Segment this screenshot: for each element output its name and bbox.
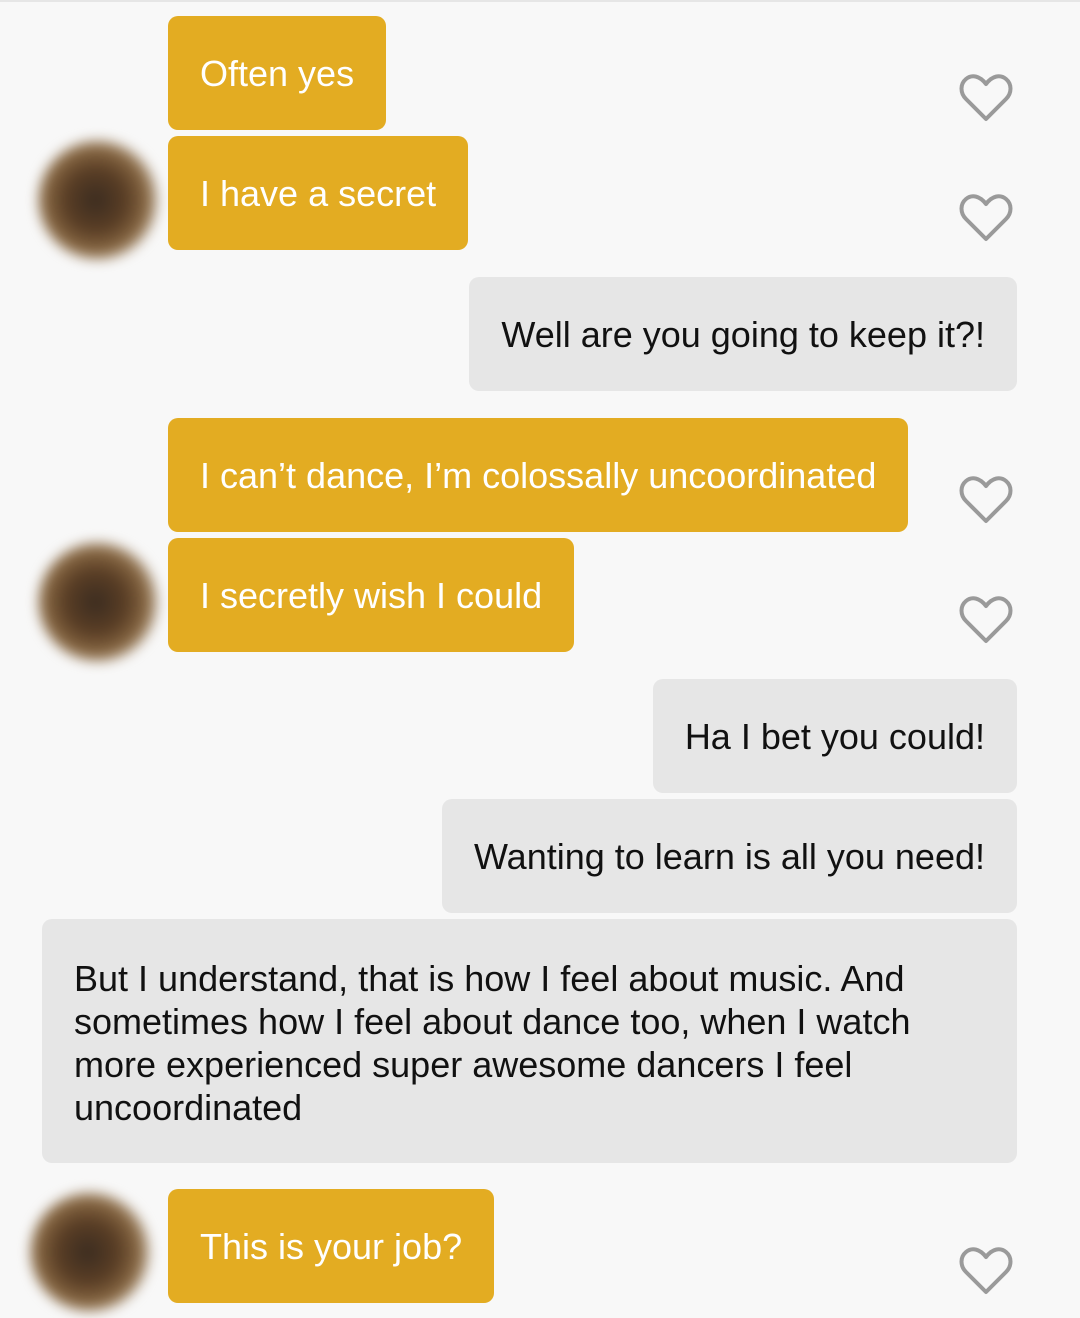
message-bubble-outgoing[interactable]: Wanting to learn is all you need!	[442, 799, 1017, 913]
message-text: Ha I bet you could!	[684, 716, 985, 757]
message-text: I have a secret	[200, 173, 437, 214]
message-bubble-outgoing[interactable]: Well are you going to keep it?!	[469, 277, 1017, 391]
heart-outline-icon[interactable]	[959, 1247, 1013, 1297]
message-text: This is your job?	[200, 1226, 463, 1267]
heart-outline-icon[interactable]	[959, 476, 1013, 526]
message-bubble-incoming[interactable]: Often yes	[168, 16, 387, 130]
message-text: I can’t dance, I’m colossally uncoordina…	[200, 455, 877, 496]
avatar[interactable]	[38, 542, 158, 662]
message-text: Wanting to learn is all you need!	[474, 836, 985, 877]
heart-outline-icon[interactable]	[959, 74, 1013, 124]
message-text: Often yes	[200, 53, 355, 94]
message-bubble-incoming[interactable]: I have a secret	[168, 136, 469, 250]
message-text: But I understand, that is how I feel abo…	[74, 958, 911, 1128]
message-bubble-incoming[interactable]: I secretly wish I could	[168, 538, 575, 652]
message-bubble-incoming[interactable]: This is your job?	[168, 1189, 495, 1303]
message-bubble-incoming[interactable]: I can’t dance, I’m colossally uncoordina…	[168, 418, 909, 532]
avatar[interactable]	[38, 140, 158, 260]
message-text: I secretly wish I could	[200, 575, 543, 616]
heart-outline-icon[interactable]	[959, 596, 1013, 646]
message-bubble-outgoing[interactable]: But I understand, that is how I feel abo…	[42, 919, 1017, 1163]
heart-outline-icon[interactable]	[959, 194, 1013, 244]
message-text: Well are you going to keep it?!	[501, 314, 985, 355]
message-bubble-outgoing[interactable]: Ha I bet you could!	[652, 679, 1017, 793]
avatar[interactable]	[30, 1192, 150, 1312]
top-divider	[0, 0, 1080, 2]
